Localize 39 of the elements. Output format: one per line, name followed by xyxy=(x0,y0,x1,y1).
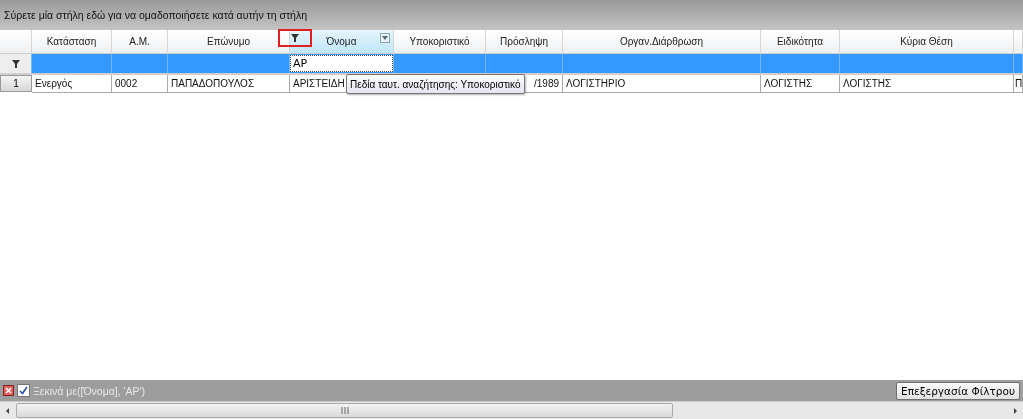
column-header[interactable]: Κατάσταση xyxy=(32,30,112,54)
filter-input[interactable]: ΑΡ xyxy=(290,55,393,72)
header-corner xyxy=(0,30,32,54)
filter-cell[interactable] xyxy=(168,54,290,73)
table-cell: ΛΟΓΙΣΤΗΣ xyxy=(840,75,1014,93)
filter-cell[interactable] xyxy=(761,54,840,73)
table-cell: Π xyxy=(1014,75,1023,93)
row-number: 1 xyxy=(0,75,32,92)
filter-cell[interactable] xyxy=(563,54,761,73)
column-header[interactable]: Κύρια Θέση xyxy=(840,30,1014,54)
filter-cell[interactable] xyxy=(486,54,563,73)
table-cell: Ενεργός xyxy=(32,75,112,93)
filter-cell[interactable] xyxy=(840,54,1014,73)
filter-dropdown-icon[interactable] xyxy=(380,33,390,43)
table-cell: 0002 xyxy=(112,75,168,93)
filter-icon[interactable] xyxy=(278,29,312,47)
filter-checkbox[interactable] xyxy=(17,384,30,397)
scrollbar-thumb[interactable] xyxy=(16,403,673,418)
table-cell: ΠΑΠΑΔΟΠΟΥΛΟΣ xyxy=(168,75,290,93)
filter-cell[interactable] xyxy=(32,54,112,73)
filter-cell[interactable] xyxy=(1014,54,1023,73)
column-header[interactable]: Ειδικότητα xyxy=(761,30,840,54)
column-header[interactable]: Α.Μ. xyxy=(112,30,168,54)
group-hint: Σύρετε μία στήλη εδώ για να ομαδοποιήσετε κατά αυτήν τη στήλη xyxy=(4,9,308,21)
tooltip: Πεδία ταυτ. αναζήτησης: Υποκοριστικό xyxy=(346,74,525,94)
column-header[interactable]: Πρόσληψη xyxy=(486,30,563,54)
filter-cell[interactable] xyxy=(112,54,168,73)
column-header[interactable]: Όνομα xyxy=(290,30,394,54)
column-header[interactable]: Οργαν.Διάρθρωση xyxy=(563,30,761,54)
table-cell: ΛΟΓΙΣΤΗΡΙΟ xyxy=(563,75,761,93)
column-header[interactable]: Υποκοριστικό xyxy=(394,30,486,54)
filter-expression: Ξεκινά με([Όνομα], 'ΑΡ') xyxy=(33,384,147,397)
table-cell: ΛΟΓΙΣΤΗΣ xyxy=(761,75,840,93)
filter-icon xyxy=(11,59,20,68)
edit-filter-button[interactable]: Επεξεργασία Φίλτρου xyxy=(896,381,1020,400)
column-header[interactable]: Επώνυμο xyxy=(168,30,290,54)
column-header xyxy=(1014,30,1023,54)
close-icon[interactable] xyxy=(3,385,14,396)
filter-cell[interactable] xyxy=(394,54,486,73)
